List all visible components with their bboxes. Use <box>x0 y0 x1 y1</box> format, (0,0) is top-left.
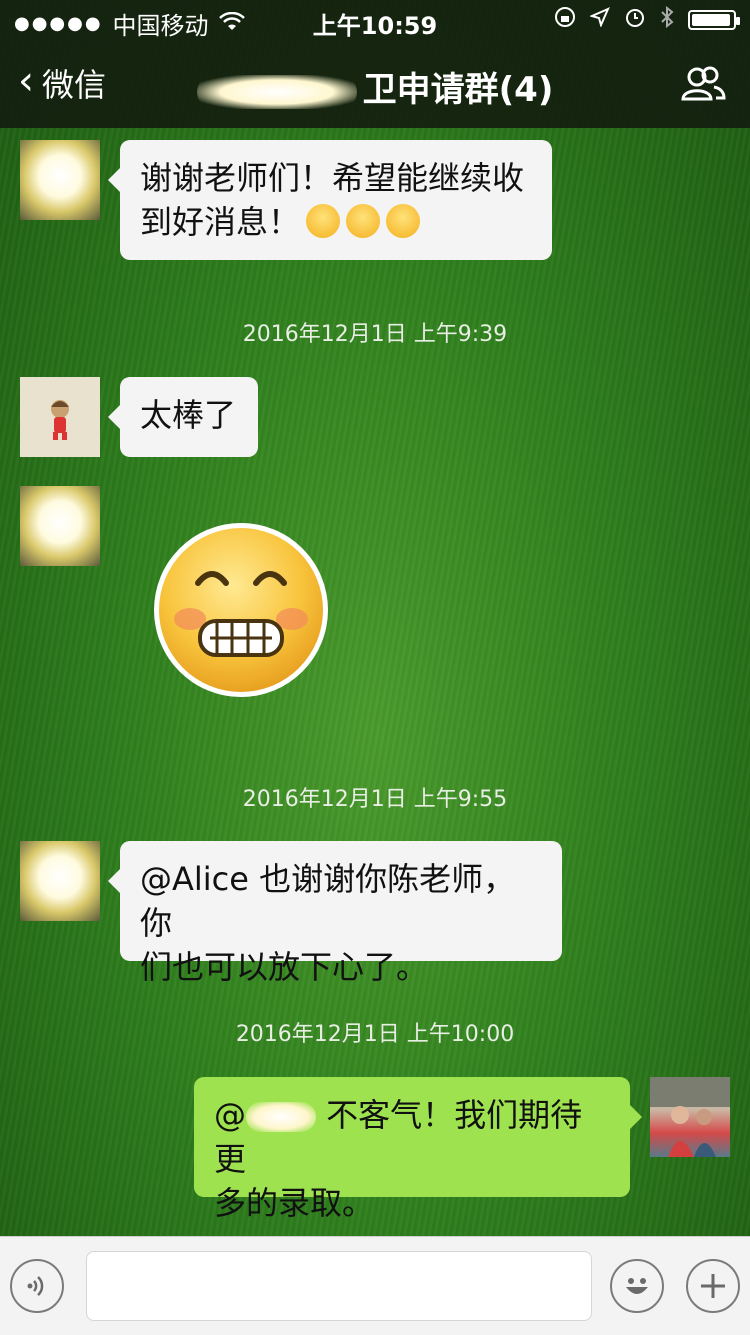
voice-icon[interactable] <box>10 1259 64 1313</box>
redacted-title-part <box>196 74 357 109</box>
smile-emoji-icon <box>306 204 341 238</box>
avatar[interactable] <box>20 841 100 921</box>
message-timestamp: 2016年12月1日 上午10:00 <box>235 1022 515 1047</box>
group-icon[interactable] <box>680 66 726 106</box>
message-timestamp: 2016年12月1日 上午9:55 <box>242 787 508 812</box>
status-bar: ●●●●● 中国移动 上午10:59 <box>0 0 750 42</box>
message-text: 多的录取。 <box>214 1184 375 1222</box>
message-bubble[interactable]: @Alice 也谢谢你陈老师，你 们也可以放下心了。 <box>108 841 562 986</box>
avatar[interactable] <box>20 377 100 457</box>
grin-sticker-icon[interactable] <box>152 521 330 703</box>
battery-level <box>692 13 730 26</box>
message-text: 谢谢老师们！希望能继续收 <box>140 159 525 197</box>
message-text: @Alice 也谢谢你陈老师，你 <box>140 860 516 942</box>
message-text-line2: 到好消息！ <box>140 200 532 244</box>
message-bubble[interactable]: 太棒了 <box>108 377 258 457</box>
battery-icon <box>688 9 740 30</box>
plus-icon[interactable] <box>686 1259 740 1313</box>
message-timestamp: 2016年12月1日 上午9:39 <box>242 322 508 347</box>
chat-title-text: 卫申请群(4) <box>362 70 554 110</box>
message-text-line1: @ 不客气！我们期待更 <box>214 1093 610 1181</box>
navigation-bar: ‹ 微信 卫申请群(4) <box>0 42 750 128</box>
avatar[interactable] <box>20 486 100 566</box>
message-text: 们也可以放下心了。 <box>140 948 429 986</box>
smile-emoji-icon <box>346 204 381 238</box>
alarm-icon <box>624 6 646 33</box>
bluetooth-icon <box>660 5 674 33</box>
message-text: 太棒了 <box>140 396 237 434</box>
message-input[interactable] <box>86 1251 592 1321</box>
chat-title: 卫申请群(4) <box>0 62 750 111</box>
avatar[interactable] <box>20 140 100 220</box>
input-bar <box>0 1236 750 1335</box>
mention-prefix: @ <box>214 1096 246 1134</box>
rotation-lock-icon <box>554 6 576 33</box>
my-avatar[interactable] <box>650 1077 730 1157</box>
redacted-mention <box>246 1102 316 1132</box>
emoji-icon[interactable] <box>610 1259 664 1313</box>
smile-emoji-icon <box>386 204 421 238</box>
message-text: 到好消息！ <box>140 203 301 241</box>
my-message-bubble[interactable]: @ 不客气！我们期待更 多的录取。 <box>194 1077 642 1222</box>
location-icon <box>589 7 610 32</box>
message-bubble[interactable]: 谢谢老师们！希望能继续收 到好消息！ <box>108 140 552 260</box>
